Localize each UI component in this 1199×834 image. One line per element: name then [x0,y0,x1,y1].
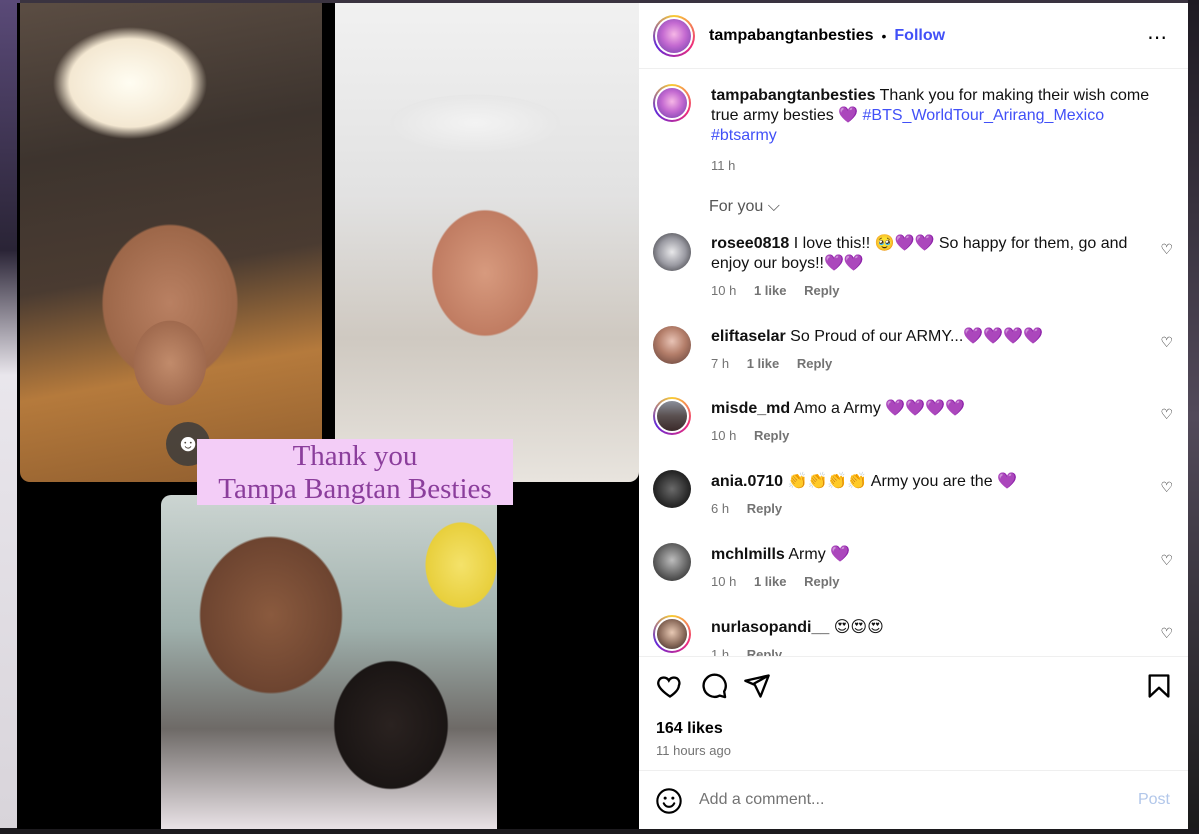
reply-button[interactable]: Reply [804,574,839,589]
comment-icon[interactable] [700,672,728,700]
comment-text: 👏👏👏👏 Army you are the 💜 [787,473,1017,490]
comment-text: So Proud of our ARMY...💜💜💜💜 [790,328,1043,345]
post-header: tampabangtanbesties • Follow ⋯ [639,3,1188,69]
background-feed-right [1188,0,1199,834]
hashtag-link-1[interactable]: #BTS_WorldTour_Arirang_Mexico [863,107,1105,124]
heart-icon[interactable] [656,672,684,700]
media-caption-line2: Tampa Bangtan Besties [218,473,492,505]
comment-time: 10 h [711,574,737,589]
chevron-down-icon: ⌵ [767,198,780,215]
commenter-avatar[interactable] [653,470,691,508]
like-comment-heart-icon[interactable]: ♡ [1160,406,1173,423]
bookmark-icon[interactable] [1145,672,1173,700]
separator-dot: • [881,27,887,44]
comment-likes[interactable]: 1 like [754,283,787,298]
caption-time: 11 h [711,158,736,173]
emoji-picker-icon[interactable] [655,787,683,815]
reply-button[interactable]: Reply [797,356,832,371]
post-side-panel: tampabangtanbesties • Follow ⋯ tampabang… [639,3,1188,829]
comment-composer: Post [639,770,1188,829]
comment-time: 7 h [711,356,730,371]
comment-time: 6 h [711,501,730,516]
commenter-avatar[interactable] [653,397,691,435]
author-username[interactable]: tampabangtanbesties [709,27,873,45]
comment-time: 10 h [711,428,737,443]
like-comment-heart-icon[interactable]: ♡ [1160,625,1173,642]
comment-text: 😍😍😍 [833,619,884,636]
comment-likes[interactable]: 1 like [747,356,780,371]
comments-list[interactable]: tampabangtanbesties Thank you for making… [639,70,1188,656]
comment-username[interactable]: eliftaselar [711,328,786,345]
comment-username[interactable]: rosee0818 [711,235,789,252]
like-comment-heart-icon[interactable]: ♡ [1160,334,1173,351]
reply-button[interactable]: Reply [747,501,782,516]
more-options-icon[interactable]: ⋯ [1147,25,1168,50]
comment-sort-dropdown[interactable]: For you ⌵ [709,198,780,216]
like-comment-heart-icon[interactable]: ♡ [1160,241,1173,258]
reply-button[interactable]: Reply [804,283,839,298]
comment-username[interactable]: ania.0710 [711,473,783,490]
comment-input[interactable] [699,783,1119,817]
reply-button[interactable]: Reply [754,428,789,443]
hashtag-link-2[interactable]: #btsarmy [711,127,777,144]
caption-username[interactable]: tampabangtanbesties [711,87,875,104]
avatar-logo-image [657,18,691,53]
comment-time: 10 h [711,283,737,298]
commenter-avatar[interactable] [653,233,691,271]
media-caption-line1: Thank you [292,440,418,472]
post-actions: 164 likes 11 hours ago [639,656,1188,770]
post-comment-button[interactable]: Post [1138,791,1170,809]
comment-time: 1 h [711,647,730,656]
reply-button[interactable]: Reply [747,647,782,656]
sort-label: For you [709,198,764,215]
video-call-tile-2 [335,3,639,482]
comment-username[interactable]: misde_md [711,400,790,417]
video-call-tile-3 [161,495,497,829]
follow-button[interactable]: Follow [894,27,945,45]
commenter-avatar[interactable] [653,326,691,364]
share-icon[interactable] [743,672,771,700]
author-avatar[interactable] [653,14,695,57]
like-comment-heart-icon[interactable]: ♡ [1160,479,1173,496]
caption-author-avatar[interactable] [653,84,691,122]
comment-username[interactable]: mchlmills [711,546,785,563]
video-call-tile-1 [20,3,322,482]
like-count[interactable]: 164 likes [656,720,723,738]
comment-text: Army 💜 [788,546,851,563]
post-timestamp: 11 hours ago [656,743,731,758]
comment-text: Amo a Army 💜💜💜💜 [793,400,965,417]
media-caption-card: Thank you Tampa Bangtan Besties [197,439,513,505]
comment-likes[interactable]: 1 like [754,574,787,589]
commenter-avatar[interactable] [653,543,691,581]
like-comment-heart-icon[interactable]: ♡ [1160,552,1173,569]
post-media[interactable]: ☻ Thank you Tampa Bangtan Besties [17,3,639,829]
commenter-avatar[interactable] [653,615,691,653]
comment-username[interactable]: nurlasopandi__ [711,619,829,636]
